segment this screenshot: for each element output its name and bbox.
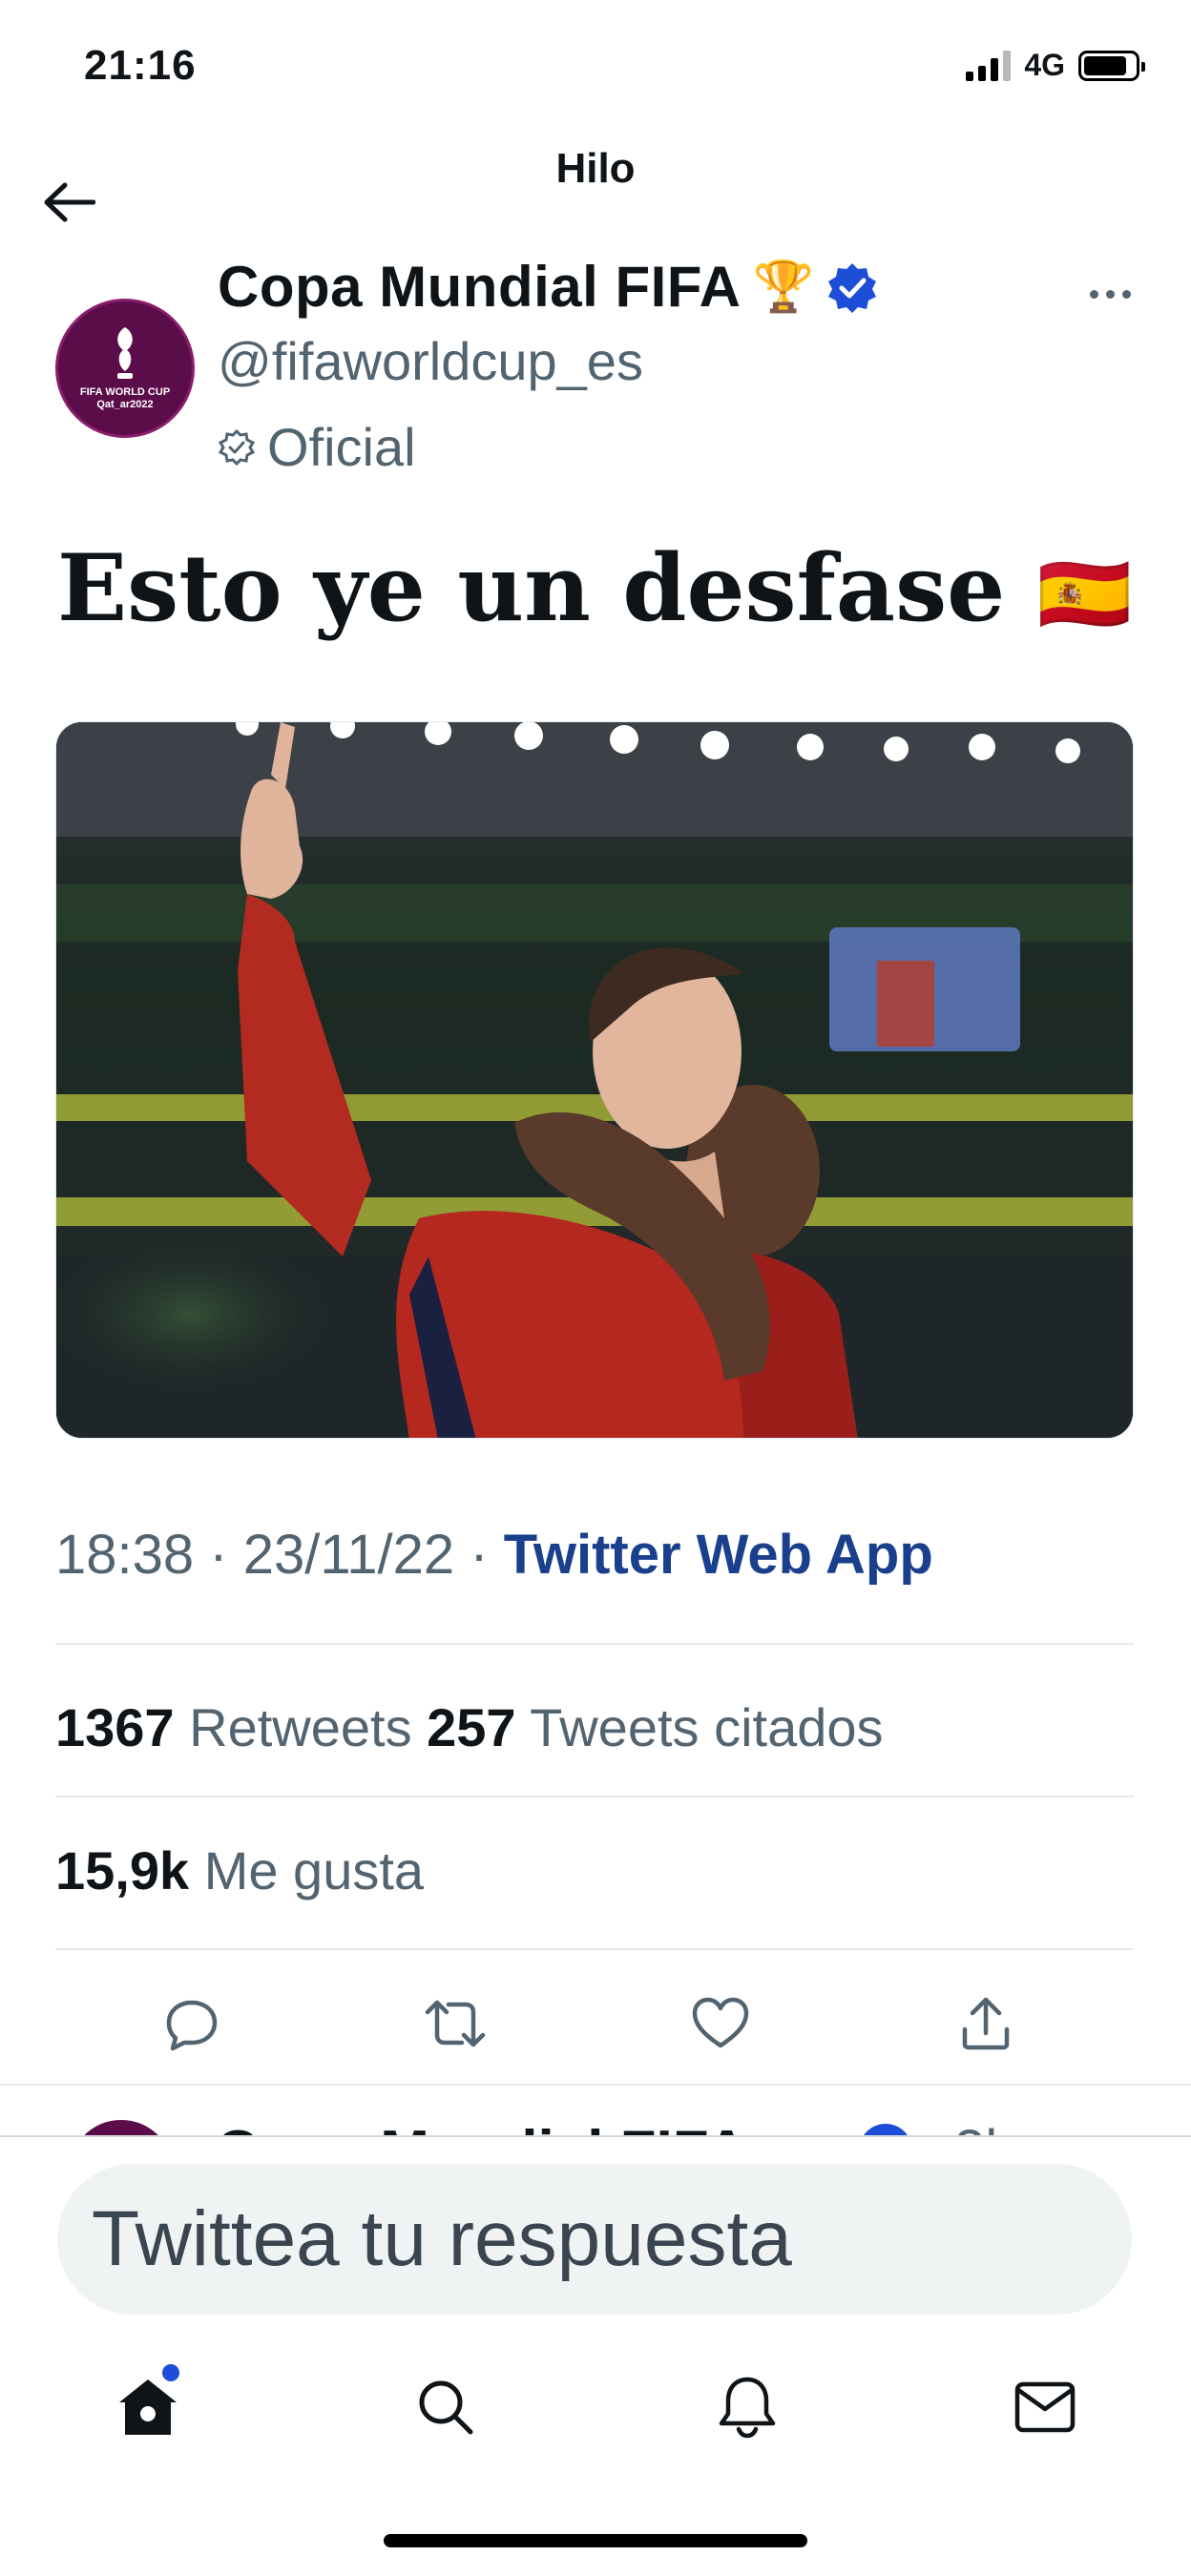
share-button[interactable] <box>943 1981 1029 2067</box>
reply-button[interactable] <box>149 1981 235 2067</box>
battery-icon <box>1078 50 1145 81</box>
tweet-source-link[interactable]: Twitter Web App <box>504 1524 933 1586</box>
trophy-logo-icon <box>117 327 133 379</box>
divider <box>55 1948 1134 1950</box>
divider <box>55 1643 1134 1645</box>
tweet-date: 23/11/22 <box>242 1524 455 1586</box>
notifications-icon <box>719 2377 776 2439</box>
official-badge-icon <box>218 428 256 466</box>
reply-time: 3h <box>954 2118 1016 2137</box>
tweet-meta: 18:38 · 23/11/22 · Twitter Web App <box>55 1523 933 1587</box>
status-time: 21:16 <box>84 42 197 89</box>
meta-separator: · <box>470 1524 504 1586</box>
likes-label[interactable]: Me gusta <box>204 1840 424 1901</box>
nav-header: Hilo <box>0 134 1191 248</box>
official-row: Oficial <box>218 416 416 478</box>
tab-home[interactable] <box>95 2355 200 2460</box>
retweets-count[interactable]: 1367 <box>55 1697 175 1757</box>
more-options-icon[interactable] <box>1076 275 1143 313</box>
trophy-emoji: 🏆 <box>752 259 815 315</box>
home-icon <box>119 2379 177 2435</box>
retweets-label[interactable]: Retweets <box>189 1697 411 1757</box>
reply-icon <box>166 2000 218 2051</box>
like-icon <box>692 1997 749 2048</box>
retweet-stats[interactable]: 1367 Retweets 257 Tweets citados <box>55 1696 884 1758</box>
home-indicator <box>384 2534 807 2547</box>
page-title: Hilo <box>555 145 636 192</box>
tweet-header: FIFA WORLD CUP Qat_ar2022 Copa Mundial F… <box>55 246 1143 485</box>
likes-stats[interactable]: 15,9k Me gusta <box>55 1839 424 1901</box>
search-icon <box>419 2380 473 2435</box>
tweet-text: Esto ye un desfase 🇪🇸 <box>57 534 1132 642</box>
retweet-icon <box>425 2000 486 2047</box>
avatar-text: FIFA WORLD CUP Qat_ar2022 <box>79 386 171 410</box>
tab-messages[interactable] <box>992 2355 1097 2460</box>
share-icon <box>962 1997 1010 2050</box>
tweet-time: 18:38 <box>55 1524 195 1586</box>
football-celebration-photo <box>56 722 1133 1438</box>
status-indicators: 4G <box>966 48 1145 83</box>
tweet-photo[interactable] <box>55 721 1134 1439</box>
quotes-count[interactable]: 257 <box>427 1697 515 1757</box>
divider <box>55 1796 1134 1797</box>
author-handle[interactable]: @fifaworldcup_es <box>218 330 643 392</box>
tweet-actions <box>55 1981 1134 2067</box>
quotes-label[interactable]: Tweets citados <box>530 1697 883 1757</box>
network-label: 4G <box>1024 48 1065 82</box>
meta-separator: · <box>209 1524 243 1586</box>
author-name-row[interactable]: Copa Mundial FIFA 🏆 <box>218 254 879 320</box>
reply-author-name: Copa Mundial FIFA <box>216 2118 748 2137</box>
messages-icon <box>1014 2381 1076 2433</box>
reply-input[interactable] <box>57 2164 1132 2315</box>
tab-notifications[interactable] <box>695 2355 800 2460</box>
reply-peek[interactable]: Copa Mundial FIFA 3h <box>0 2084 1191 2137</box>
tweet-text-content: Esto ye un desfase <box>57 534 1006 642</box>
author-name[interactable]: Copa Mundial FIFA <box>218 254 741 320</box>
like-button[interactable] <box>678 1981 763 2067</box>
official-label: Oficial <box>267 417 416 477</box>
avatar[interactable]: FIFA WORLD CUP Qat_ar2022 <box>55 299 195 438</box>
tab-search[interactable] <box>393 2355 498 2460</box>
likes-count[interactable]: 15,9k <box>55 1840 189 1901</box>
retweet-button[interactable] <box>412 1981 498 2067</box>
status-bar: 21:16 4G <box>0 0 1191 134</box>
verified-badge-icon[interactable] <box>825 260 879 314</box>
spain-flag-emoji: 🇪🇸 <box>1036 551 1133 636</box>
signal-icon <box>966 50 1012 81</box>
notification-dot <box>162 2364 179 2381</box>
